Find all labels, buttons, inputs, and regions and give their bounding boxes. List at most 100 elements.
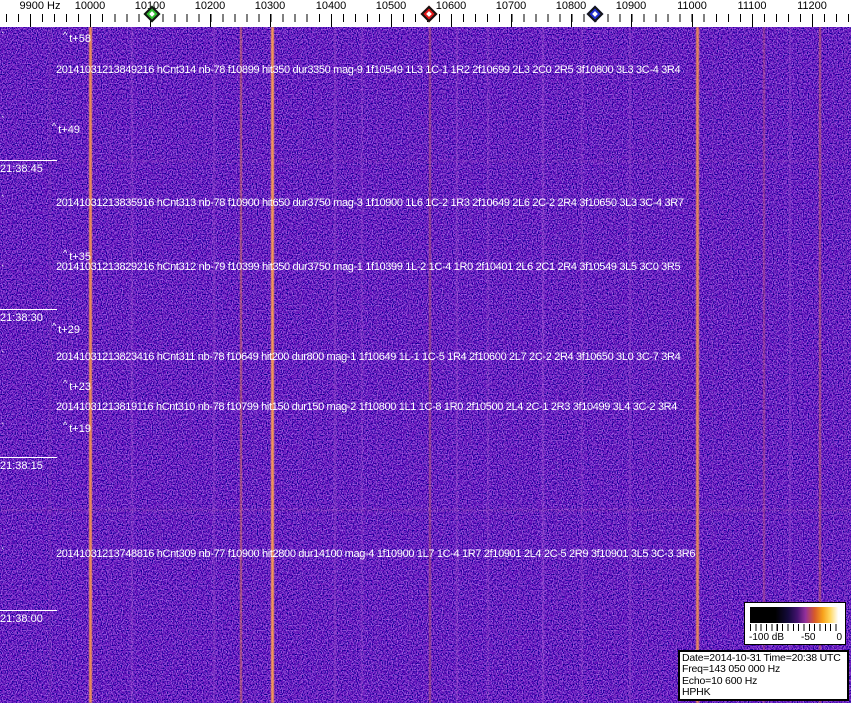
info-station-id: HPHK [682, 685, 711, 698]
freq-major-tick [692, 14, 693, 27]
freq-major-tick [30, 14, 31, 27]
spectral-line [660, 27, 661, 703]
freq-major-tick [210, 14, 211, 27]
relative-time-marker: ^ t+23 [63, 378, 91, 393]
spectral-line [581, 27, 583, 703]
detection-text: 20141031213823416 hCnt311 nb-78 f10649 h… [56, 351, 681, 363]
spectral-line [645, 27, 646, 703]
caret-icon: ^ [63, 30, 68, 40]
blue-diamond-marker[interactable] [586, 5, 604, 23]
detection-text: 20141031213748816 hCnt309 nb-77 f10900 h… [56, 548, 696, 560]
spectral-line [317, 27, 318, 703]
spectral-line [49, 27, 51, 703]
time-label: 21:38:15 [0, 457, 57, 472]
spectral-line [429, 27, 431, 703]
spectral-line [160, 27, 161, 703]
relative-time-marker: ^ t+35 [63, 248, 91, 263]
spectral-line [240, 27, 242, 703]
spectral-lines-layer [0, 27, 851, 703]
freq-major-tick [571, 14, 572, 27]
freq-tick-label: 10700 [495, 0, 527, 12]
relative-time-label: t+23 [69, 381, 91, 393]
freq-tick-label: 11000 [677, 0, 707, 12]
edge-tick: ` [1, 547, 5, 559]
spectral-line [254, 27, 255, 703]
db-label-max: 0 [836, 632, 842, 643]
spectral-line [190, 27, 191, 703]
relative-time-marker: ^ t+29 [52, 321, 80, 336]
relative-time-label: t+49 [58, 124, 80, 136]
edge-tick: ` [1, 264, 5, 276]
freq-tick-label: 10400 [315, 0, 347, 12]
spectral-line [487, 27, 489, 703]
detection-text: 20141031213819116 hCnt310 nb-78 f10799 h… [56, 401, 678, 413]
freq-major-tick [812, 14, 813, 27]
edge-tick: ` [1, 422, 5, 434]
green-diamond-marker[interactable] [143, 5, 161, 23]
spectral-line [542, 27, 544, 703]
db-label-min: -100 dB [749, 632, 785, 643]
noise-band [0, 160, 851, 162]
spectral-line [557, 27, 558, 703]
noise-band [0, 509, 851, 511]
freq-tick-label: 11200 [797, 0, 827, 12]
spectral-line [377, 27, 378, 703]
freq-tick-label: 10500 [375, 0, 407, 12]
frequency-ruler[interactable]: 9900 Hz100001010010200103001040010500106… [0, 0, 851, 27]
edge-tick: ` [1, 350, 5, 362]
spectral-line [271, 27, 274, 703]
time-label: 21:38:00 [0, 610, 57, 625]
relative-time-label: t+58 [69, 33, 91, 45]
freq-tick-label: 10200 [194, 0, 226, 12]
edge-tick: ` [1, 194, 5, 206]
spectral-line [504, 27, 505, 703]
spectral-line [629, 27, 631, 703]
freq-tick-label: 10300 [254, 0, 286, 12]
spectral-line [89, 27, 92, 703]
db-scale-legend: -100 dB -50 0 [744, 602, 846, 645]
relative-time-label: t+29 [58, 324, 80, 336]
freq-major-tick [90, 14, 91, 27]
freq-major-tick [511, 14, 512, 27]
freq-tick-label: 10900 [615, 0, 647, 12]
freq-major-tick [451, 14, 452, 27]
relative-time-marker: ^ t+49 [52, 121, 80, 136]
freq-major-tick [270, 14, 271, 27]
detection-text: 20141031213835916 hCnt313 nb-78 f10900 h… [56, 197, 684, 209]
detection-text: 20141031213829216 hCnt312 nb-79 f10399 h… [56, 261, 681, 273]
spectral-line [519, 27, 520, 703]
status-info-box: Date=2014-10-31 Time=20:38 UTC Freq=143 … [678, 650, 849, 701]
caret-icon: ^ [63, 248, 68, 258]
freq-major-tick [752, 14, 753, 27]
relative-time-marker: ^ t+58 [63, 30, 91, 45]
freq-major-tick [331, 14, 332, 27]
freq-tick-label: 9900 Hz [19, 0, 61, 12]
time-label: 21:38:45 [0, 160, 57, 175]
freq-tick-label: 10600 [435, 0, 467, 12]
spectral-line [300, 27, 301, 703]
freq-tick-label: 11100 [737, 0, 767, 12]
db-label-mid: -50 [801, 632, 816, 643]
freq-major-tick [391, 14, 392, 27]
spectrogram-canvas[interactable] [0, 27, 851, 703]
caret-icon: ^ [63, 378, 68, 388]
spectral-line [334, 27, 336, 703]
info-frequency: Freq=143 050 000 Hz [682, 663, 781, 676]
edge-tick: ` [1, 31, 5, 43]
relative-time-marker: ^ t+19 [63, 420, 91, 435]
spectral-line [730, 27, 731, 703]
spectral-line [109, 27, 110, 703]
db-scale-ticks [750, 624, 841, 631]
db-gradient-bar [750, 607, 841, 623]
red-diamond-marker[interactable] [420, 5, 438, 23]
caret-icon: ^ [52, 121, 57, 131]
detection-text: 20141031213849216 hCnt314 nb-78 f10899 h… [56, 64, 681, 76]
spectral-line [696, 27, 699, 703]
spectral-line [599, 27, 600, 703]
spectral-line [712, 27, 713, 703]
spectrogram-app: 9900 Hz100001010010200103001040010500106… [0, 0, 851, 703]
relative-time-label: t+19 [69, 423, 91, 435]
time-label: 21:38:30 [0, 309, 57, 324]
caret-icon: ^ [52, 321, 57, 331]
spectral-line [131, 27, 133, 703]
